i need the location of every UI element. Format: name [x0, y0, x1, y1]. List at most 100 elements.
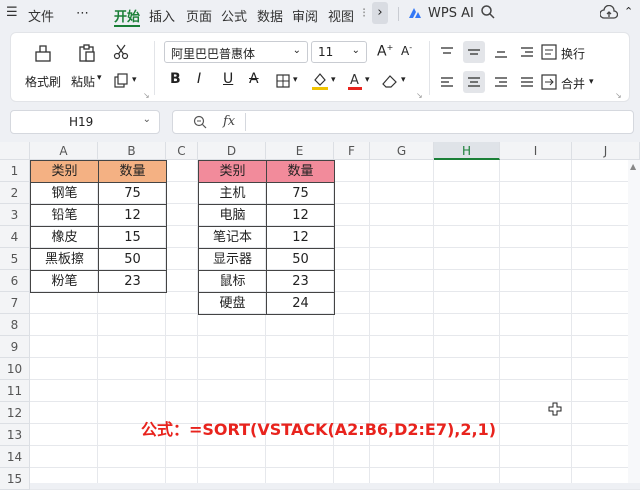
- table-cell[interactable]: 粉笔: [30, 270, 99, 293]
- menu-more[interactable]: ⋯: [76, 6, 89, 21]
- column-header-f[interactable]: F: [334, 142, 370, 160]
- clipboard-expand-icon[interactable]: ↘: [143, 91, 150, 100]
- name-box[interactable]: H19 ⌄: [10, 110, 160, 134]
- align-middle-button[interactable]: [463, 41, 485, 63]
- tab-home[interactable]: 开始: [114, 6, 140, 25]
- font-name-select[interactable]: 阿里巴巴普惠体 ⌄: [164, 41, 308, 63]
- table-cell[interactable]: 钢笔: [30, 182, 99, 205]
- table-cell[interactable]: 75: [266, 182, 335, 205]
- chevron-down-icon[interactable]: ⌄: [143, 114, 151, 125]
- chevron-down-icon[interactable]: ▾: [401, 75, 406, 85]
- font-size-select[interactable]: 11 ⌄: [311, 41, 367, 63]
- row-header-4[interactable]: 4: [0, 226, 30, 248]
- row-header-12[interactable]: 12: [0, 402, 30, 424]
- table-cell[interactable]: 显示器: [198, 248, 267, 271]
- chevron-down-icon[interactable]: ▾: [331, 75, 336, 85]
- table-cell[interactable]: 12: [98, 204, 167, 227]
- column-header-e[interactable]: E: [266, 142, 334, 160]
- align-top-icon[interactable]: [439, 45, 455, 62]
- tab-formula[interactable]: 公式: [221, 6, 247, 25]
- table-cell[interactable]: 24: [266, 292, 335, 315]
- row-header-11[interactable]: 11: [0, 380, 30, 402]
- underline-button[interactable]: U: [223, 71, 233, 87]
- menu-icon[interactable]: ☰: [6, 5, 18, 20]
- row-header-2[interactable]: 2: [0, 182, 30, 204]
- row-header-6[interactable]: 6: [0, 270, 30, 292]
- row-header-15[interactable]: 15: [0, 468, 30, 490]
- table-cell[interactable]: 黑板擦: [30, 248, 99, 271]
- table-cell[interactable]: 12: [266, 226, 335, 249]
- tab-data[interactable]: 数据: [257, 6, 283, 25]
- align-right-icon[interactable]: [493, 75, 509, 92]
- collapse-icon[interactable]: ⌃: [624, 5, 633, 18]
- decrease-font-icon[interactable]: A-: [401, 43, 412, 58]
- italic-button[interactable]: I: [197, 71, 201, 87]
- cut-icon[interactable]: [113, 44, 129, 63]
- row-header-14[interactable]: 14: [0, 446, 30, 468]
- borders-icon[interactable]: [275, 73, 291, 92]
- wps-ai-button[interactable]: WPS AI: [428, 6, 474, 21]
- table-cell[interactable]: 橡皮: [30, 226, 99, 249]
- column-header-c[interactable]: C: [166, 142, 198, 160]
- table-header-cell[interactable]: 数量: [98, 160, 167, 183]
- paste-dropdown-icon[interactable]: ▾: [97, 73, 102, 83]
- eraser-icon[interactable]: [381, 73, 399, 92]
- tab-view[interactable]: 视图: [328, 6, 354, 25]
- table-cell[interactable]: 15: [98, 226, 167, 249]
- function-icon[interactable]: fx: [223, 114, 235, 129]
- row-header-9[interactable]: 9: [0, 336, 30, 358]
- menu-file[interactable]: 文件: [28, 6, 54, 25]
- zoom-icon[interactable]: [193, 115, 207, 132]
- table-cell[interactable]: 75: [98, 182, 167, 205]
- column-header-b[interactable]: B: [98, 142, 166, 160]
- paste-icon[interactable]: [77, 43, 97, 66]
- tab-page[interactable]: 页面: [186, 6, 212, 25]
- strikethrough-button[interactable]: A: [249, 71, 259, 87]
- paste-button[interactable]: 粘贴: [71, 73, 95, 90]
- row-header-10[interactable]: 10: [0, 358, 30, 380]
- row-header-3[interactable]: 3: [0, 204, 30, 226]
- table-cell[interactable]: 50: [266, 248, 335, 271]
- table-header-cell[interactable]: 类别: [198, 160, 267, 183]
- copy-dropdown-icon[interactable]: ▾: [132, 75, 137, 85]
- copy-icon[interactable]: [113, 73, 129, 92]
- tab-review[interactable]: 审阅: [292, 6, 318, 25]
- row-header-5[interactable]: 5: [0, 248, 30, 270]
- vertical-scrollbar[interactable]: ▲: [628, 160, 640, 483]
- column-header-g[interactable]: G: [370, 142, 434, 160]
- row-header-8[interactable]: 8: [0, 314, 30, 336]
- table-cell[interactable]: 铅笔: [30, 204, 99, 227]
- spreadsheet-grid[interactable]: ABCDEFGHIJ 1 2 3 4 5 6 7 8 9 10 11 12 13 14 15 类别 数量 钢笔 7…: [0, 142, 640, 490]
- wrap-icon[interactable]: [541, 44, 557, 63]
- wrap-text-button[interactable]: 换行: [561, 45, 585, 62]
- table-cell[interactable]: 50: [98, 248, 167, 271]
- indent-icon[interactable]: [519, 45, 535, 62]
- format-painter-icon[interactable]: [33, 43, 53, 66]
- row-header-7[interactable]: 7: [0, 292, 30, 314]
- fill-color-icon[interactable]: [311, 71, 329, 94]
- column-header-h[interactable]: H: [434, 142, 500, 160]
- table-cell[interactable]: 23: [98, 270, 167, 293]
- row-header-1[interactable]: 1: [0, 160, 30, 182]
- table-cell[interactable]: 主机: [198, 182, 267, 205]
- tab-overflow-icon[interactable]: ⁝: [362, 6, 366, 21]
- bold-button[interactable]: B: [170, 71, 181, 87]
- row-header-13[interactable]: 13: [0, 424, 30, 446]
- chevron-down-icon[interactable]: ▾: [589, 77, 594, 87]
- align-expand-icon[interactable]: ↘: [615, 91, 622, 100]
- merge-icon[interactable]: [541, 74, 557, 93]
- table-cell[interactable]: 硬盘: [198, 292, 267, 315]
- chevron-down-icon[interactable]: ▾: [293, 75, 298, 85]
- table-header-cell[interactable]: 类别: [30, 160, 99, 183]
- search-icon[interactable]: [480, 4, 496, 23]
- column-header-d[interactable]: D: [198, 142, 266, 160]
- table-cell[interactable]: 笔记本: [198, 226, 267, 249]
- formula-input[interactable]: fx: [172, 110, 634, 134]
- table-cell[interactable]: 电脑: [198, 204, 267, 227]
- cloud-upload-icon[interactable]: [599, 4, 619, 24]
- column-header-j[interactable]: J: [572, 142, 640, 160]
- align-center-button[interactable]: [463, 71, 485, 93]
- chevron-right-icon[interactable]: ›: [372, 2, 388, 24]
- table-cell[interactable]: 鼠标: [198, 270, 267, 293]
- font-color-icon[interactable]: A: [347, 71, 363, 94]
